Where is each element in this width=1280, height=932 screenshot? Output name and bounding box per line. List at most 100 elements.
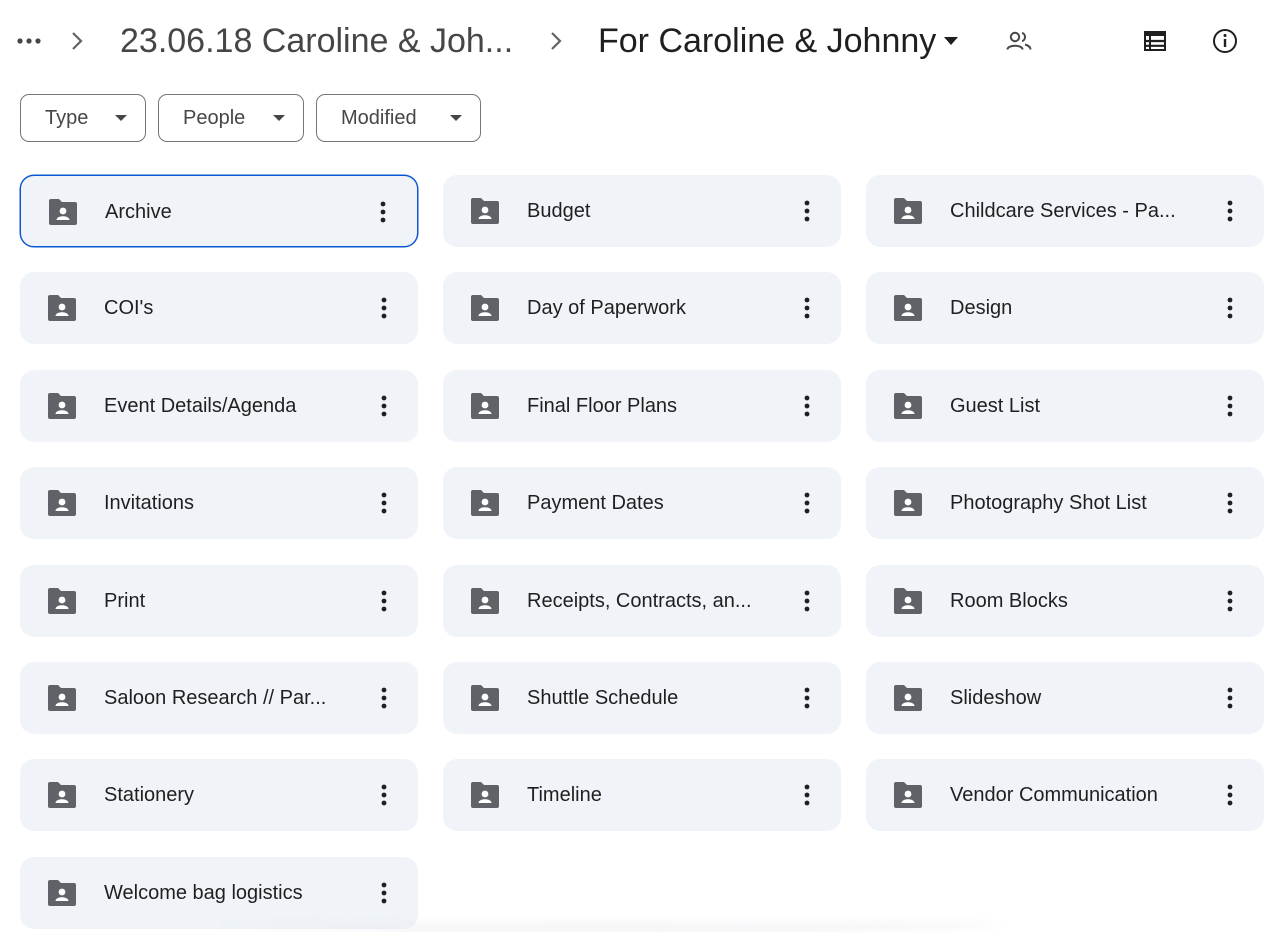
more-actions-button[interactable] — [366, 485, 402, 521]
folder-name: Shuttle Schedule — [527, 687, 679, 709]
shared-folder-icon — [894, 393, 922, 419]
shared-folder-icon — [471, 685, 499, 711]
more-actions-button[interactable] — [789, 388, 825, 424]
people-filter-chip[interactable]: People — [158, 94, 304, 142]
shared-folder-icon — [48, 685, 76, 711]
folder-card[interactable]: Budget — [443, 175, 841, 247]
shared-folder-icon — [48, 782, 76, 808]
folder-name: Photography Shot List — [950, 492, 1147, 514]
more-actions-button[interactable] — [1212, 485, 1248, 521]
more-actions-button[interactable] — [789, 290, 825, 326]
more-vert-icon — [381, 395, 387, 417]
shared-folder-icon — [471, 295, 499, 321]
chevron-right-icon — [542, 24, 570, 58]
shared-folder-icon — [894, 295, 922, 321]
more-actions-button[interactable] — [366, 875, 402, 911]
more-actions-button[interactable] — [1212, 680, 1248, 716]
folder-card[interactable]: COI's — [20, 272, 418, 344]
folder-name: Payment Dates — [527, 492, 664, 514]
folder-name: Print — [104, 590, 146, 612]
more-actions-button[interactable] — [1212, 388, 1248, 424]
more-vert-icon — [381, 784, 387, 806]
caret-down-icon — [944, 37, 959, 45]
folder-name: Childcare Services - Pa... — [950, 200, 1176, 222]
more-actions-button[interactable] — [1212, 193, 1248, 229]
more-actions-button[interactable] — [789, 193, 825, 229]
folder-card[interactable]: Design — [866, 272, 1264, 344]
modified-filter-chip[interactable]: Modified — [316, 94, 481, 142]
shared-with-button[interactable] — [1000, 22, 1038, 60]
current-folder-title: For Caroline & Johnny — [598, 22, 937, 60]
more-vert-icon — [804, 297, 810, 319]
more-actions-button[interactable] — [366, 388, 402, 424]
folder-card[interactable]: Payment Dates — [443, 467, 841, 539]
more-actions-button[interactable] — [1212, 583, 1248, 619]
more-actions-button[interactable] — [366, 777, 402, 813]
folder-name: Welcome bag logistics — [104, 882, 303, 904]
more-vert-icon — [381, 590, 387, 612]
folder-card[interactable]: Receipts, Contracts, an... — [443, 565, 841, 637]
folder-name: Room Blocks — [950, 590, 1068, 612]
more-vert-icon — [381, 492, 387, 514]
more-actions-button[interactable] — [789, 485, 825, 521]
folder-card[interactable]: Room Blocks — [866, 565, 1264, 637]
more-actions-button[interactable] — [366, 290, 402, 326]
more-vert-icon — [1227, 590, 1233, 612]
more-vert-icon — [1227, 784, 1233, 806]
folder-card[interactable]: Guest List — [866, 370, 1264, 442]
more-vert-icon — [381, 297, 387, 319]
more-actions-button[interactable] — [1212, 290, 1248, 326]
shared-folder-icon — [48, 490, 76, 516]
folder-card[interactable]: Stationery — [20, 759, 418, 831]
folder-name: Budget — [527, 200, 591, 222]
folder-card[interactable]: Slideshow — [866, 662, 1264, 734]
folder-card[interactable]: Saloon Research // Par... — [20, 662, 418, 734]
view-details-button[interactable] — [1206, 22, 1244, 60]
folder-card[interactable]: Event Details/Agenda — [20, 370, 418, 442]
folder-name: Slideshow — [950, 687, 1042, 709]
breadcrumb-current-folder[interactable]: For Caroline & Johnny — [586, 18, 970, 64]
type-filter-chip[interactable]: Type — [20, 94, 146, 142]
shared-folder-icon — [894, 490, 922, 516]
folder-card[interactable]: Welcome bag logistics — [20, 857, 418, 929]
shared-folder-icon — [471, 782, 499, 808]
shared-folder-icon — [48, 588, 76, 614]
more-vert-icon — [804, 200, 810, 222]
folder-card[interactable]: Timeline — [443, 759, 841, 831]
more-actions-button[interactable] — [366, 680, 402, 716]
folder-name: Final Floor Plans — [527, 395, 678, 417]
more-actions-button[interactable] — [789, 583, 825, 619]
folder-card[interactable]: Vendor Communication — [866, 759, 1264, 831]
shared-folder-icon — [894, 782, 922, 808]
breadcrumb-parent-folder[interactable]: 23.06.18 Caroline & Joh... — [108, 18, 525, 64]
folder-card[interactable]: Final Floor Plans — [443, 370, 841, 442]
shared-folder-icon — [894, 685, 922, 711]
shared-folder-icon — [894, 588, 922, 614]
folder-name: Event Details/Agenda — [104, 395, 297, 417]
chip-label: People — [183, 106, 246, 129]
more-actions-button[interactable] — [789, 777, 825, 813]
more-horiz-icon — [17, 38, 41, 44]
folder-card[interactable]: Childcare Services - Pa... — [866, 175, 1264, 247]
more-vert-icon — [804, 492, 810, 514]
more-actions-button[interactable] — [789, 680, 825, 716]
folder-name: COI's — [104, 297, 154, 319]
more-vert-icon — [804, 395, 810, 417]
breadcrumb-more-button[interactable] — [12, 24, 46, 58]
folder-card[interactable]: Day of Paperwork — [443, 272, 841, 344]
more-actions-button[interactable] — [366, 583, 402, 619]
breadcrumb-bar: 23.06.18 Caroline & Joh... For Caroline … — [0, 0, 1280, 84]
folder-name: Day of Paperwork — [527, 297, 686, 319]
folder-card[interactable]: Archive — [20, 175, 418, 247]
more-vert-icon — [804, 590, 810, 612]
folder-name: Guest List — [950, 395, 1041, 417]
folder-card[interactable]: Shuttle Schedule — [443, 662, 841, 734]
folder-card[interactable]: Photography Shot List — [866, 467, 1264, 539]
more-actions-button[interactable] — [365, 194, 401, 230]
folder-card[interactable]: Print — [20, 565, 418, 637]
folder-card[interactable]: Invitations — [20, 467, 418, 539]
folder-name: Design — [950, 297, 1013, 319]
shared-folder-icon — [471, 588, 499, 614]
list-view-button[interactable] — [1136, 22, 1174, 60]
more-actions-button[interactable] — [1212, 777, 1248, 813]
